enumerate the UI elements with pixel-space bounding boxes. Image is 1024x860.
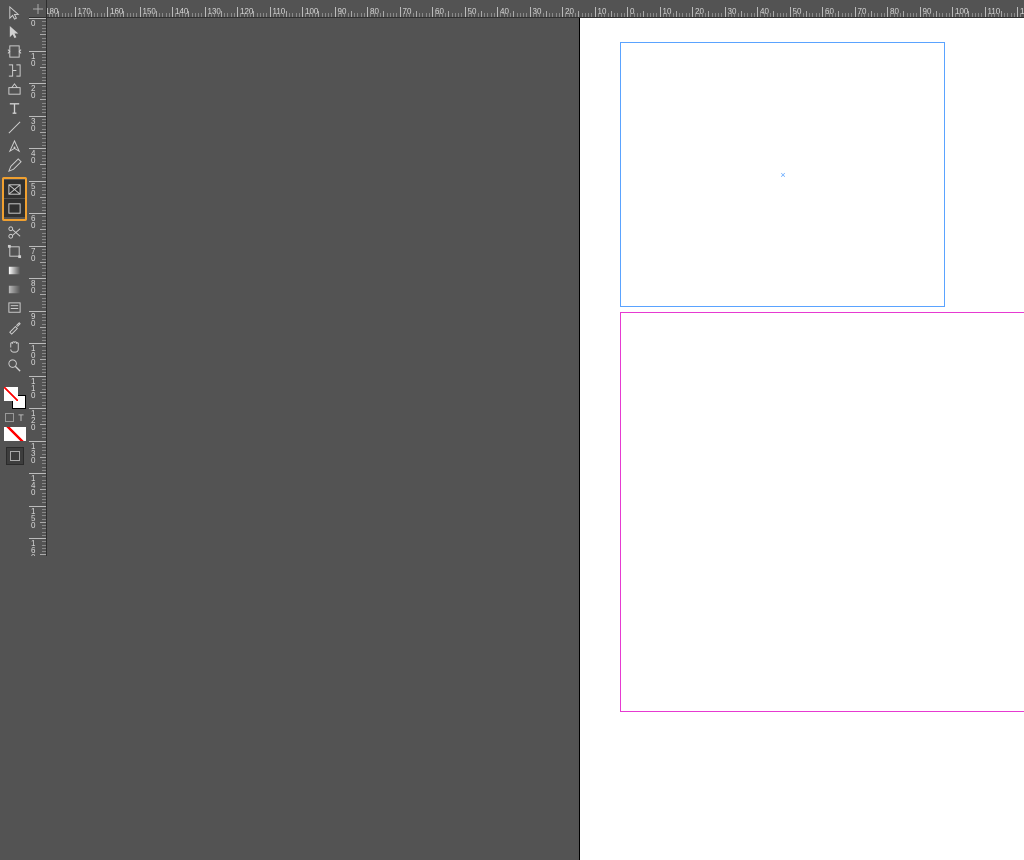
format-container-icon[interactable]: [5, 413, 14, 422]
ruler-origin-corner[interactable]: [29, 0, 47, 18]
frame-tools-highlight: [2, 177, 27, 221]
fill-stroke-swatch[interactable]: [4, 387, 26, 409]
rectangle-tool-icon[interactable]: [4, 199, 25, 217]
tools-panel: T: [0, 0, 29, 556]
horizontal-ruler[interactable]: 1801701601501401301201101009080706050403…: [29, 0, 1024, 18]
page[interactable]: [580, 0, 1024, 860]
gradient-swatch-tool-icon[interactable]: [4, 261, 25, 279]
document-canvas[interactable]: ×: [47, 18, 1024, 556]
free-transform-tool-icon[interactable]: [4, 242, 25, 260]
pen-tool-icon[interactable]: [4, 137, 25, 155]
line-tool-icon[interactable]: [4, 118, 25, 136]
eyedropper-tool-icon[interactable]: [4, 318, 25, 336]
selection-tool-icon[interactable]: [4, 4, 25, 22]
screen-mode-button[interactable]: [6, 447, 24, 465]
rectangle-frame-tool-icon[interactable]: [4, 180, 25, 198]
gradient-feather-tool-icon[interactable]: [4, 280, 25, 298]
content-collector-tool-icon[interactable]: [4, 80, 25, 98]
direct-selection-tool-icon[interactable]: [4, 23, 25, 41]
hand-tool-icon[interactable]: [4, 337, 25, 355]
page-tool-icon[interactable]: [4, 42, 25, 60]
note-tool-icon[interactable]: [4, 299, 25, 317]
scissors-tool-icon[interactable]: [4, 223, 25, 241]
type-tool-icon[interactable]: [4, 99, 25, 117]
vertical-ruler[interactable]: 0102030405060708090100110120130140150160…: [29, 0, 47, 556]
format-text-icon[interactable]: T: [18, 413, 24, 423]
pencil-tool-icon[interactable]: [4, 156, 25, 174]
zoom-tool-icon[interactable]: [4, 356, 25, 374]
format-affects-row[interactable]: T: [5, 413, 24, 423]
gap-tool-icon[interactable]: [4, 61, 25, 79]
apply-color-swatch[interactable]: [4, 427, 26, 441]
